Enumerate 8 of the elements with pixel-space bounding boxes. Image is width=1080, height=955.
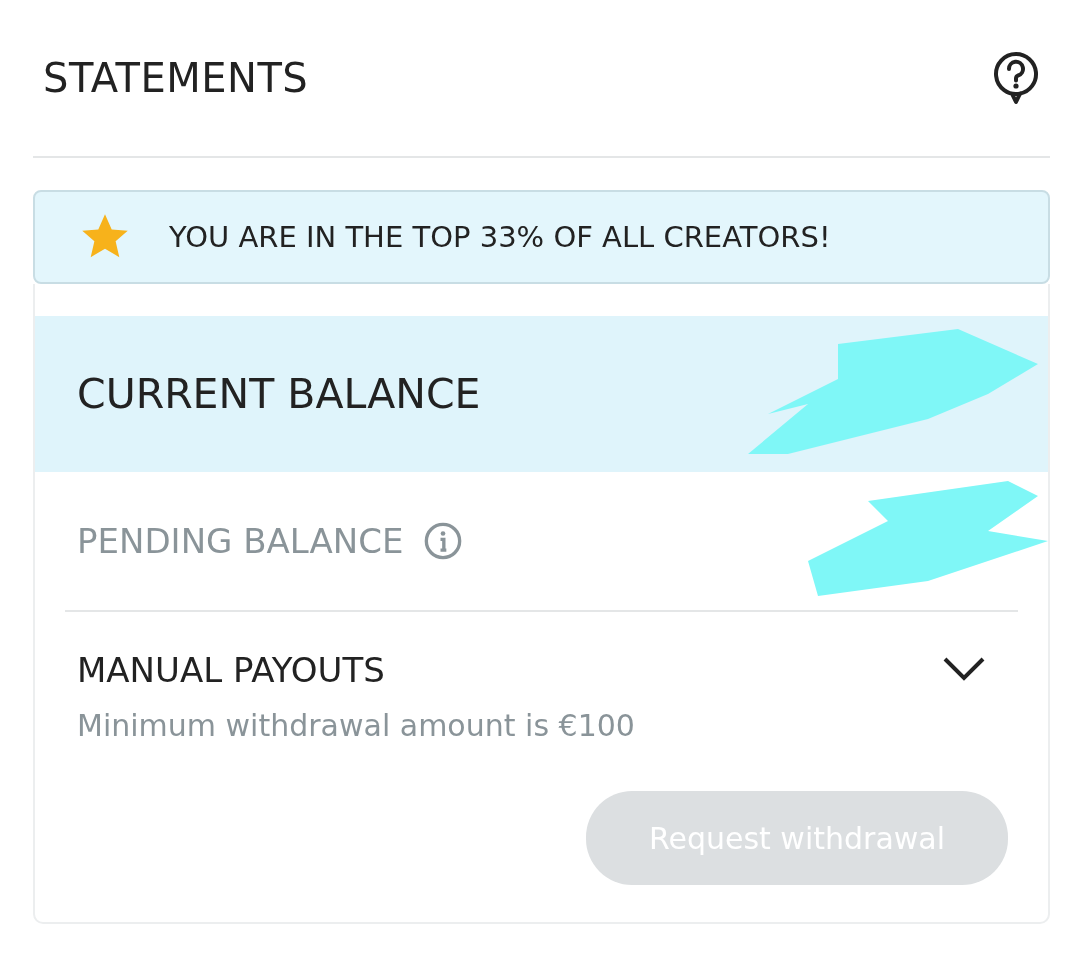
section-title: MANUAL PAYOUTS	[77, 650, 385, 690]
info-icon[interactable]	[423, 521, 464, 561]
help-icon[interactable]	[992, 50, 1040, 106]
balance-label: CURRENT BALANCE	[77, 370, 481, 418]
withdrawal-note: Minimum withdrawal amount is €100	[76, 707, 636, 743]
balance-label: PENDING BALANCE	[77, 521, 404, 561]
page-title: STATEMENTS	[43, 55, 309, 101]
banner-text: YOU ARE IN THE TOP 33% OF ALL CREATORS!	[169, 220, 831, 254]
